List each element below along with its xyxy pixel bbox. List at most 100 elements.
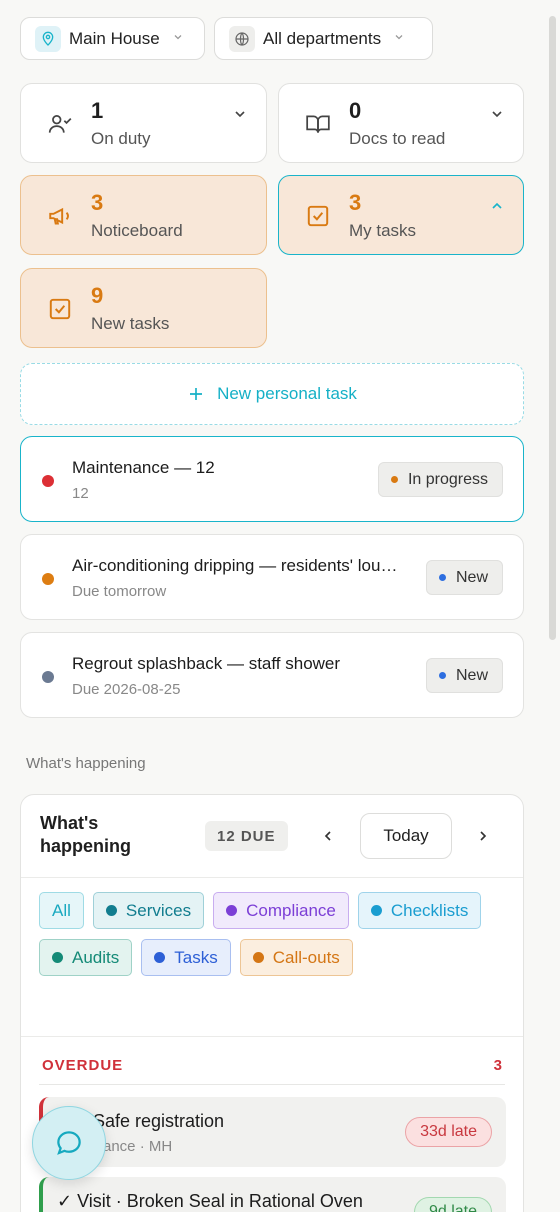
book-open-icon (305, 111, 331, 137)
noticeboard-count: 3 (91, 190, 104, 215)
department-selector[interactable]: All departments (214, 17, 433, 60)
overdue-heading: OVERDUE (42, 1057, 124, 1074)
panel-title: What's happening (40, 813, 131, 856)
task-subtitle: 12 (72, 485, 89, 502)
status-dot (438, 672, 446, 679)
overdue-item-title: ✓ Visit · Broken Seal in Rational Oven (57, 1191, 363, 1211)
chevron-down-icon (489, 106, 505, 122)
filter-chip-call-outs[interactable]: Call-outs (239, 939, 353, 976)
filter-chip-all[interactable]: All (39, 892, 84, 929)
status-label: In progress (407, 470, 488, 488)
priority-dot (42, 671, 54, 683)
checkbox-icon (305, 203, 331, 229)
plus-icon (187, 381, 205, 407)
my-tasks-card[interactable]: 3 My tasks (278, 175, 524, 255)
my-tasks-label: My tasks (349, 221, 417, 240)
on-duty-count: 1 (91, 98, 104, 123)
task-subtitle: Due 2026-08-25 (72, 681, 181, 698)
priority-dot (42, 475, 54, 487)
overdue-item[interactable]: Safe registration ance · MH 33d late (39, 1097, 506, 1167)
on-duty-card[interactable]: 1 On duty (20, 83, 267, 163)
task-title: Regrout splashback — staff shower (72, 654, 341, 673)
status-badge: New (425, 658, 503, 693)
section-caption: What's happening (26, 755, 146, 772)
filter-chip-label: Checklists (390, 900, 469, 920)
filter-chip-label: Audits (72, 947, 120, 967)
late-badge: 9d late (413, 1197, 492, 1212)
late-badge: 33d late (405, 1117, 492, 1147)
filter-chip-label: All (52, 900, 71, 920)
checkbox-icon (47, 296, 73, 322)
new-personal-task-button[interactable]: New personal task (20, 363, 524, 425)
priority-dot (42, 573, 54, 585)
on-duty-label: On duty (91, 129, 151, 148)
house-selector[interactable]: Main House (20, 17, 205, 60)
due-count-badge: 12 DUE (205, 821, 288, 851)
chevron-up-icon (489, 198, 505, 214)
overdue-item-subtitle: ance · MH (103, 1138, 173, 1155)
overdue-item-title: Safe registration (93, 1111, 225, 1131)
filter-dot (252, 952, 264, 963)
overdue-divider (39, 1084, 505, 1085)
prev-day-button[interactable] (317, 825, 339, 847)
overdue-count: 3 (493, 1057, 502, 1074)
filter-chip-services[interactable]: Services (92, 892, 205, 929)
filter-dot (105, 905, 117, 916)
task-title: Maintenance — 12 (72, 458, 215, 477)
location-pin-icon (35, 25, 61, 52)
filter-chip-checklists[interactable]: Checklists (357, 892, 482, 929)
noticeboard-card[interactable]: 3 Noticeboard (20, 175, 267, 255)
today-button[interactable]: Today (360, 813, 452, 859)
status-dot (438, 574, 446, 581)
my-tasks-count: 3 (349, 190, 362, 215)
status-dot (390, 476, 398, 483)
globe-icon (229, 25, 255, 52)
chevron-left-icon (324, 831, 331, 841)
house-selector-label: Main House (69, 28, 160, 48)
noticeboard-label: Noticeboard (91, 221, 183, 240)
status-badge: In progress (377, 462, 503, 497)
task-card[interactable]: Air-conditioning dripping — residents' l… (20, 534, 524, 620)
chevron-down-icon (393, 31, 405, 46)
chevron-down-icon (172, 31, 184, 46)
task-subtitle: Due tomorrow (72, 583, 167, 600)
filter-chip-label: Call-outs (272, 947, 340, 967)
filter-chip-compliance[interactable]: Compliance (213, 892, 349, 929)
page-scrollbar[interactable] (549, 16, 556, 640)
new-tasks-count: 9 (91, 283, 104, 308)
filter-chip-label: Services (125, 900, 192, 920)
filter-chip-tasks[interactable]: Tasks (141, 939, 231, 976)
filter-chip-label: Tasks (174, 947, 218, 967)
docs-label: Docs to read (349, 129, 446, 148)
filter-dot (370, 905, 382, 916)
new-tasks-label: New tasks (91, 314, 170, 333)
task-card[interactable]: Regrout splashback — staff shower Due 20… (20, 632, 524, 718)
user-check-icon (47, 111, 73, 137)
megaphone-icon (47, 203, 73, 229)
filter-chips: All Services Compliance Checklists Audit… (39, 892, 509, 976)
new-personal-task-label: New personal task (217, 384, 357, 403)
filter-chip-label: Compliance (246, 900, 336, 920)
status-label: New (455, 568, 488, 586)
panel-divider (21, 877, 523, 878)
filter-dot (52, 952, 63, 963)
filter-chip-audits[interactable]: Audits (39, 939, 133, 976)
next-day-button[interactable] (472, 825, 494, 847)
filter-dot (154, 952, 166, 963)
docs-count: 0 (349, 98, 362, 123)
chat-bubble-icon (57, 1131, 81, 1155)
filter-dot (226, 905, 238, 916)
panel-divider (21, 1036, 523, 1037)
new-tasks-card[interactable]: 9 New tasks (20, 268, 267, 348)
location-selectors: Main House All departments (20, 17, 433, 60)
task-card[interactable]: Maintenance — 12 12 In progress (20, 436, 524, 522)
overdue-item[interactable]: ✓ Visit · Broken Seal in Rational Oven 9… (39, 1177, 506, 1212)
chevron-right-icon (480, 831, 487, 841)
docs-to-read-card[interactable]: 0 Docs to read (278, 83, 524, 163)
department-selector-label: All departments (263, 28, 382, 48)
status-badge: New (425, 560, 503, 595)
status-label: New (455, 666, 488, 684)
task-title: Air-conditioning dripping — residents' l… (72, 556, 404, 575)
chat-button[interactable] (32, 1106, 106, 1180)
chevron-down-icon (232, 106, 248, 122)
